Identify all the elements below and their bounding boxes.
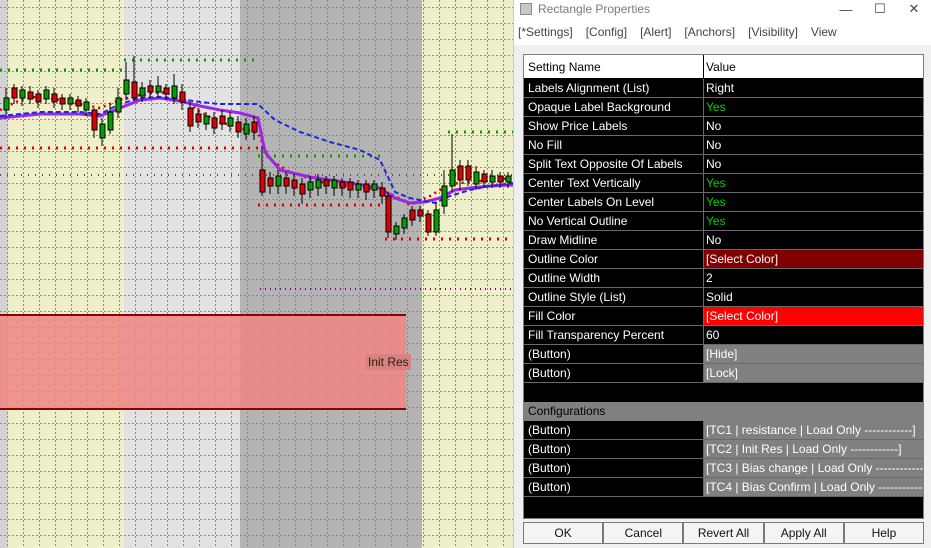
rectangle-label: Init Res xyxy=(366,354,411,370)
setting-value[interactable]: Yes xyxy=(704,98,923,116)
menu-view[interactable]: View xyxy=(811,25,837,39)
menu-visibility[interactable]: [Visibility] xyxy=(748,25,798,39)
setting-name: Opaque Label Background xyxy=(524,98,704,116)
section-title: Configurations xyxy=(528,404,606,418)
menu-anchors[interactable]: [Anchors] xyxy=(684,25,735,39)
setting-value[interactable]: No xyxy=(704,117,923,135)
setting-value[interactable]: Yes xyxy=(704,193,923,211)
grid xyxy=(0,0,513,548)
window-title: Rectangle Properties xyxy=(538,2,651,16)
grid-spacer xyxy=(524,383,923,402)
init-res-rectangle[interactable] xyxy=(0,315,406,409)
revert-all-button[interactable]: Revert All xyxy=(683,522,764,544)
setting-name: Outline Style (List) xyxy=(524,288,704,306)
setting-value[interactable]: 60 xyxy=(704,326,923,344)
setting-row[interactable]: Outline Color [Select Color] xyxy=(524,250,923,269)
setting-value[interactable]: No xyxy=(704,136,923,154)
minimize-icon[interactable]: — xyxy=(829,0,863,18)
setting-value[interactable]: Yes xyxy=(704,174,923,192)
setting-name: Outline Color xyxy=(524,250,704,268)
setting-name: (Button) xyxy=(524,459,704,477)
setting-name: No Vertical Outline xyxy=(524,212,704,230)
grid-header: Setting Name Value xyxy=(524,55,923,79)
setting-value[interactable]: Right xyxy=(704,79,923,97)
app-icon xyxy=(520,3,532,15)
apply-all-button[interactable]: Apply All xyxy=(763,522,844,544)
setting-name: Center Text Vertically xyxy=(524,174,704,192)
config-tc3-button[interactable]: [TC3 | Bias change | Load Only ---------… xyxy=(704,459,923,477)
menu-config[interactable]: [Config] xyxy=(586,25,627,39)
setting-name: No Fill xyxy=(524,136,704,154)
config-tc2-button[interactable]: [TC2 | Init Res | Load Only ------------… xyxy=(704,440,923,458)
dialog-footer: OK Cancel Revert All Apply All Help xyxy=(523,522,925,544)
config-tc1-button[interactable]: [TC1 | resistance | Load Only ----------… xyxy=(704,421,923,439)
config-row[interactable]: (Button) [TC2 | Init Res | Load Only ----… xyxy=(524,440,923,459)
setting-row[interactable]: Draw Midline No xyxy=(524,231,923,250)
cancel-button[interactable]: Cancel xyxy=(603,522,684,544)
setting-name: Outline Width xyxy=(524,269,704,287)
hide-button[interactable]: [Hide] xyxy=(704,345,923,363)
lock-button[interactable]: [Lock] xyxy=(704,364,923,382)
maximize-icon[interactable]: ☐ xyxy=(863,0,897,18)
close-icon[interactable]: ✕ xyxy=(897,0,931,18)
setting-row[interactable]: Show Price Labels No xyxy=(524,117,923,136)
config-row[interactable]: (Button) [TC4 | Bias Confirm | Load Only … xyxy=(524,478,923,497)
setting-name: (Button) xyxy=(524,478,704,496)
setting-name: (Button) xyxy=(524,364,704,382)
column-header-name: Setting Name xyxy=(524,55,704,78)
setting-name: Show Price Labels xyxy=(524,117,704,135)
config-row[interactable]: (Button) [TC1 | resistance | Load Only --… xyxy=(524,421,923,440)
setting-row[interactable]: Center Labels On Level Yes xyxy=(524,193,923,212)
menu-settings[interactable]: [*Settings] xyxy=(518,25,573,39)
configurations-section-header: Configurations xyxy=(524,402,923,421)
config-tc4-button[interactable]: [TC4 | Bias Confirm | Load Only --------… xyxy=(704,478,923,496)
chart-panel[interactable]: Init Res xyxy=(0,0,513,548)
settings-grid: Setting Name Value Labels Alignment (Lis… xyxy=(523,54,924,519)
setting-name: (Button) xyxy=(524,345,704,363)
setting-row[interactable]: Center Text Vertically Yes xyxy=(524,174,923,193)
setting-value[interactable]: No xyxy=(704,155,923,173)
setting-name: Labels Alignment (List) xyxy=(524,79,704,97)
ok-button[interactable]: OK xyxy=(523,522,604,544)
setting-row[interactable]: Fill Transparency Percent 60 xyxy=(524,326,923,345)
setting-name: Fill Color xyxy=(524,307,704,325)
menu-alert[interactable]: [Alert] xyxy=(640,25,671,39)
setting-value[interactable]: Yes xyxy=(704,212,923,230)
setting-name: Fill Transparency Percent xyxy=(524,326,704,344)
price-chart xyxy=(0,0,513,548)
rectangle-properties-dialog: Rectangle Properties — ☐ ✕ [*Settings] [… xyxy=(513,0,931,548)
setting-row[interactable]: No Fill No xyxy=(524,136,923,155)
setting-name: Center Labels On Level xyxy=(524,193,704,211)
setting-name: (Button) xyxy=(524,440,704,458)
column-header-value: Value xyxy=(706,60,736,74)
setting-row[interactable]: Opaque Label Background Yes xyxy=(524,98,923,117)
setting-value[interactable]: No xyxy=(704,231,923,249)
config-row[interactable]: (Button) [TC3 | Bias change | Load Only -… xyxy=(524,459,923,478)
menu-bar: [*Settings] [Config] [Alert] [Anchors] [… xyxy=(514,18,931,45)
setting-row[interactable]: No Vertical Outline Yes xyxy=(524,212,923,231)
help-button[interactable]: Help xyxy=(843,522,925,544)
setting-row[interactable]: (Button) [Lock] xyxy=(524,364,923,383)
setting-name: Split Text Opposite Of Labels xyxy=(524,155,704,173)
setting-row[interactable]: (Button) [Hide] xyxy=(524,345,923,364)
fill-color-picker[interactable]: [Select Color] xyxy=(704,307,923,325)
setting-row[interactable]: Labels Alignment (List) Right xyxy=(524,79,923,98)
title-bar[interactable]: Rectangle Properties — ☐ ✕ xyxy=(514,0,931,18)
setting-name: (Button) xyxy=(524,421,704,439)
setting-value[interactable]: Solid xyxy=(704,288,923,306)
setting-row[interactable]: Outline Width 2 xyxy=(524,269,923,288)
setting-name: Draw Midline xyxy=(524,231,704,249)
setting-row[interactable]: Outline Style (List) Solid xyxy=(524,288,923,307)
setting-value[interactable]: 2 xyxy=(704,269,923,287)
outline-color-picker[interactable]: [Select Color] xyxy=(704,250,923,268)
setting-row[interactable]: Fill Color [Select Color] xyxy=(524,307,923,326)
setting-row[interactable]: Split Text Opposite Of Labels No xyxy=(524,155,923,174)
